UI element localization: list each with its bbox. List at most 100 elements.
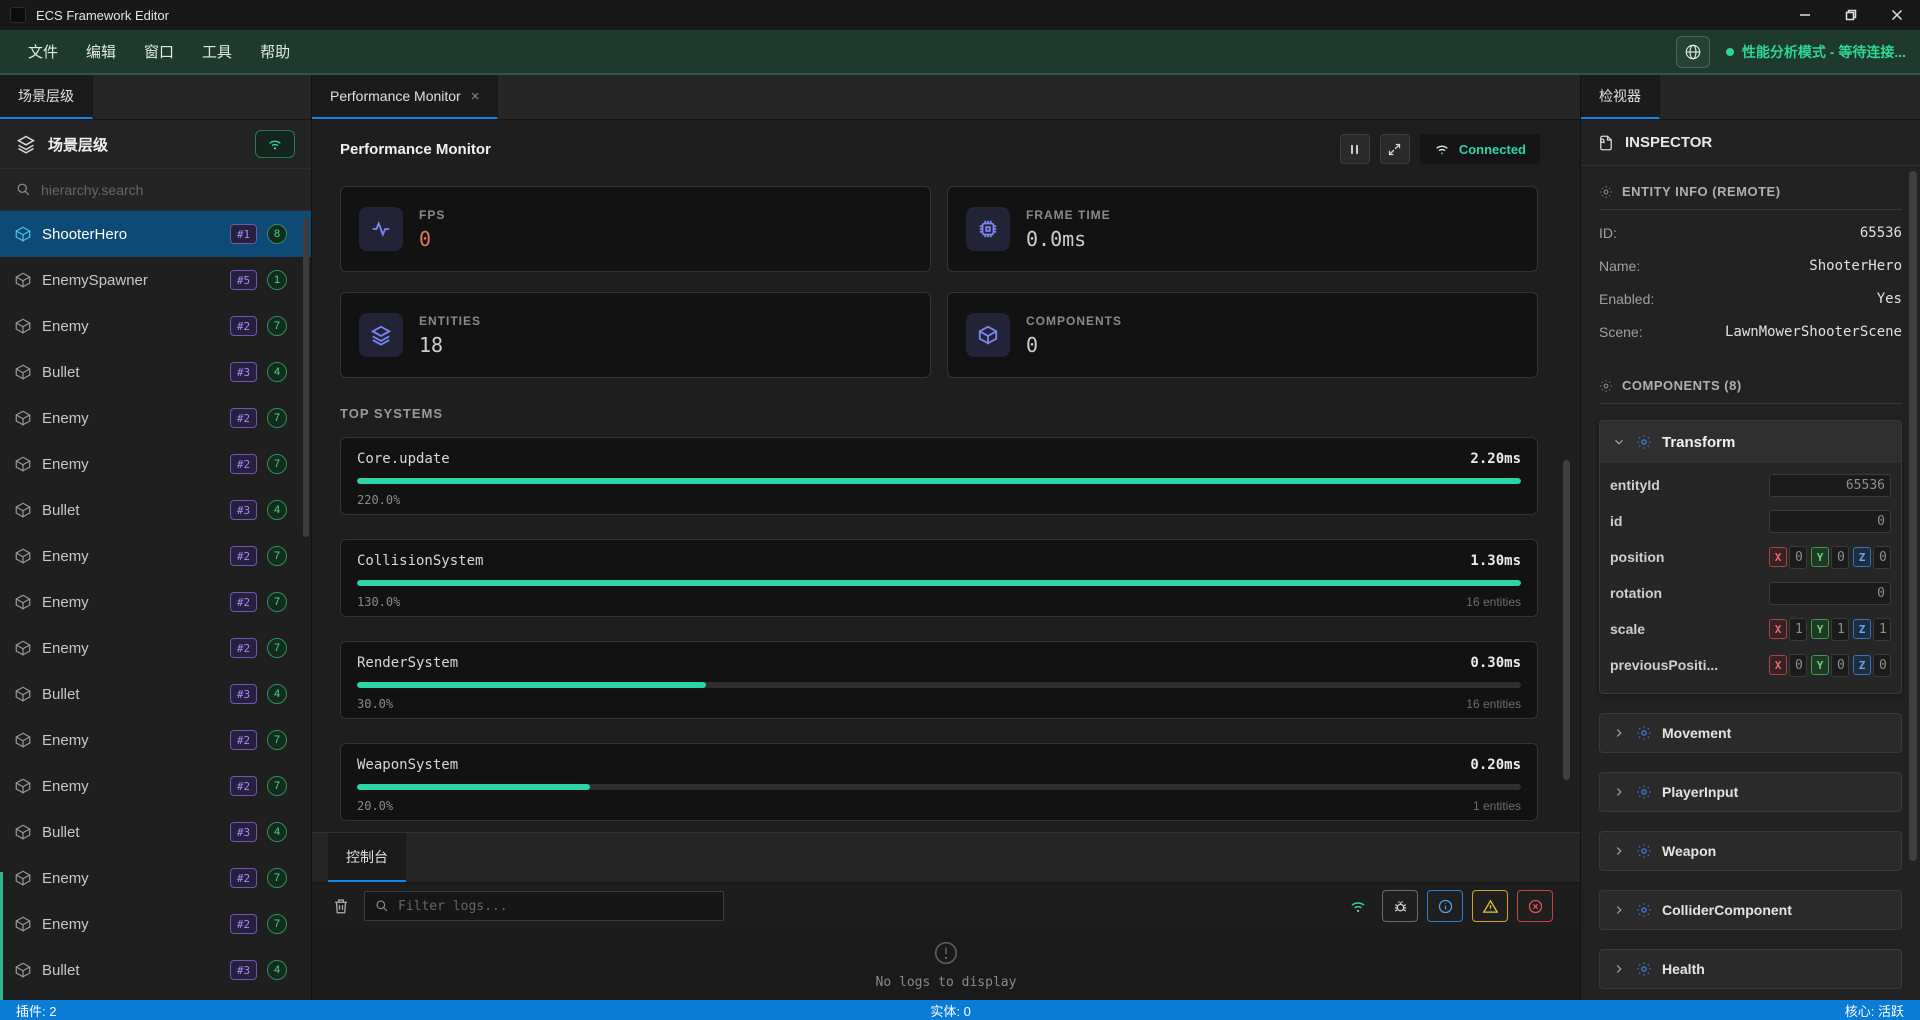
restore-icon: [1845, 9, 1857, 21]
component-name: Weapon: [1662, 843, 1716, 859]
property-value-input[interactable]: 0: [1873, 654, 1891, 677]
hierarchy-sync-button[interactable]: [255, 130, 295, 158]
hierarchy-row[interactable]: Enemy #2 7: [0, 303, 311, 349]
hierarchy-row[interactable]: Bullet #3 4: [0, 349, 311, 395]
hierarchy-search-row: [0, 169, 311, 211]
system-name: CollisionSystem: [357, 553, 483, 569]
expand-button[interactable]: [1380, 134, 1410, 164]
statusbar-entities: 实体: 0: [930, 1001, 970, 1020]
component-card[interactable]: Movement: [1599, 713, 1902, 753]
hierarchy-row[interactable]: Enemy #2 7: [0, 625, 311, 671]
restore-button[interactable]: [1828, 0, 1874, 30]
component-transform-header[interactable]: Transform: [1600, 421, 1901, 463]
property-field: X 0: [1769, 546, 1807, 569]
hierarchy-row[interactable]: EnemySpawner #5 1: [0, 257, 311, 303]
pause-button[interactable]: [1340, 134, 1370, 164]
hierarchy-row[interactable]: Enemy #2 7: [0, 441, 311, 487]
hierarchy-row[interactable]: Enemy #2 7: [0, 533, 311, 579]
property-value-input[interactable]: 0: [1831, 654, 1849, 677]
main-scrollbar[interactable]: [1563, 460, 1570, 780]
property-value-input[interactable]: 65536: [1769, 474, 1891, 497]
info-value: ShooterHero: [1809, 258, 1902, 274]
info-value: LawnMowerShooterScene: [1725, 324, 1902, 340]
info-filter-button[interactable]: [1427, 890, 1463, 922]
error-filter-button[interactable]: [1517, 890, 1553, 922]
clear-logs-button[interactable]: [332, 897, 350, 915]
property-value-input[interactable]: 0: [1831, 546, 1849, 569]
connection-status-label: Connected: [1459, 142, 1526, 157]
axis-badge: Z: [1853, 547, 1871, 567]
menu-item[interactable]: 文件: [14, 41, 72, 62]
component-card[interactable]: PlayerInput: [1599, 772, 1902, 812]
tab-inspector[interactable]: 检视器: [1581, 75, 1660, 119]
components-section: COMPONENTS (8) Transform: [1599, 378, 1902, 989]
entity-cube-icon: [14, 317, 32, 335]
hierarchy-row[interactable]: Enemy #2 7: [0, 579, 311, 625]
entity-id-badge: #1: [230, 224, 257, 244]
tab-hierarchy-label: 场景层级: [18, 86, 74, 106]
tab-inspector-label: 检视器: [1599, 86, 1641, 106]
system-name: WeaponSystem: [357, 757, 458, 773]
info-circle-icon: [1437, 898, 1454, 915]
debug-filter-button[interactable]: [1382, 890, 1418, 922]
hierarchy-row[interactable]: Enemy #2 7: [0, 717, 311, 763]
entity-cube-icon: [14, 639, 32, 657]
menu-item[interactable]: 工具: [188, 41, 246, 62]
property-row: position X 0: [1610, 539, 1891, 575]
entity-id-badge: #2: [230, 316, 257, 336]
inspector-scrollbar[interactable]: [1909, 171, 1917, 861]
cube-icon: [977, 324, 999, 346]
hierarchy-row[interactable]: Enemy #2 7: [0, 901, 311, 947]
warning-filter-button[interactable]: [1472, 890, 1508, 922]
property-value-input[interactable]: 0: [1769, 582, 1891, 605]
hierarchy-list-wrap: ShooterHero #1 8 EnemySpawner #5 1: [0, 211, 311, 1000]
system-progress-track: [357, 682, 1521, 688]
menu-item[interactable]: 窗口: [130, 41, 188, 62]
property-value-input[interactable]: 0: [1789, 546, 1807, 569]
menu-bar: 文件 编辑 窗口 工具 帮助 性能分析模式 - 等待连接...: [0, 30, 1920, 75]
property-value-input[interactable]: 1: [1873, 618, 1891, 641]
hierarchy-search-input[interactable]: [41, 182, 295, 198]
hierarchy-row[interactable]: Enemy #2 7: [0, 763, 311, 809]
gear-icon: [1636, 434, 1652, 450]
tab-close-icon[interactable]: ×: [471, 88, 480, 105]
error-circle-icon: [1527, 898, 1544, 915]
tab-performance-monitor[interactable]: Performance Monitor ×: [312, 75, 498, 119]
entity-name: Enemy: [42, 318, 89, 335]
hierarchy-row[interactable]: Enemy #2 7: [0, 395, 311, 441]
gear-icon: [1636, 961, 1652, 977]
menu-item[interactable]: 帮助: [246, 41, 304, 62]
log-filter-input[interactable]: [398, 899, 713, 914]
hierarchy-row[interactable]: Bullet #3 4: [0, 671, 311, 717]
property-value-input[interactable]: 0: [1789, 654, 1807, 677]
transform-properties: entityId 65536: [1600, 463, 1901, 693]
property-field: Y 1: [1811, 618, 1849, 641]
property-value-input[interactable]: 0: [1873, 546, 1891, 569]
hierarchy-row[interactable]: ShooterHero #1 8: [0, 211, 311, 257]
component-card[interactable]: Weapon: [1599, 831, 1902, 871]
close-button[interactable]: [1874, 0, 1920, 30]
tab-hierarchy[interactable]: 场景层级: [0, 75, 93, 119]
menu-item[interactable]: 编辑: [72, 41, 130, 62]
hierarchy-scrollbar[interactable]: [303, 217, 309, 537]
property-value-input[interactable]: 1: [1789, 618, 1807, 641]
property-value-input[interactable]: 0: [1769, 510, 1891, 533]
minimize-button[interactable]: [1782, 0, 1828, 30]
hierarchy-panel: 场景层级 场景层级: [0, 75, 312, 1000]
component-card[interactable]: Health: [1599, 949, 1902, 989]
collapsed-components: Movement PlayerInput: [1599, 713, 1902, 989]
entity-cube-icon: [14, 363, 32, 381]
entity-name: Enemy: [42, 548, 89, 565]
language-globe-button[interactable]: [1676, 36, 1710, 68]
property-value-input[interactable]: 1: [1831, 618, 1849, 641]
performance-monitor-view: Performance Monitor: [312, 120, 1580, 832]
component-card[interactable]: ColliderComponent: [1599, 890, 1902, 930]
hierarchy-row[interactable]: Enemy #2 7: [0, 855, 311, 901]
hierarchy-row[interactable]: Bullet #3 4: [0, 947, 311, 993]
property-fields: 0: [1769, 582, 1891, 605]
hierarchy-row[interactable]: Bullet #3 4: [0, 487, 311, 533]
entity-info-title: ENTITY INFO (REMOTE): [1622, 184, 1781, 199]
tab-console[interactable]: 控制台: [328, 833, 406, 882]
property-label: scale: [1610, 621, 1761, 637]
hierarchy-row[interactable]: Bullet #3 4: [0, 809, 311, 855]
